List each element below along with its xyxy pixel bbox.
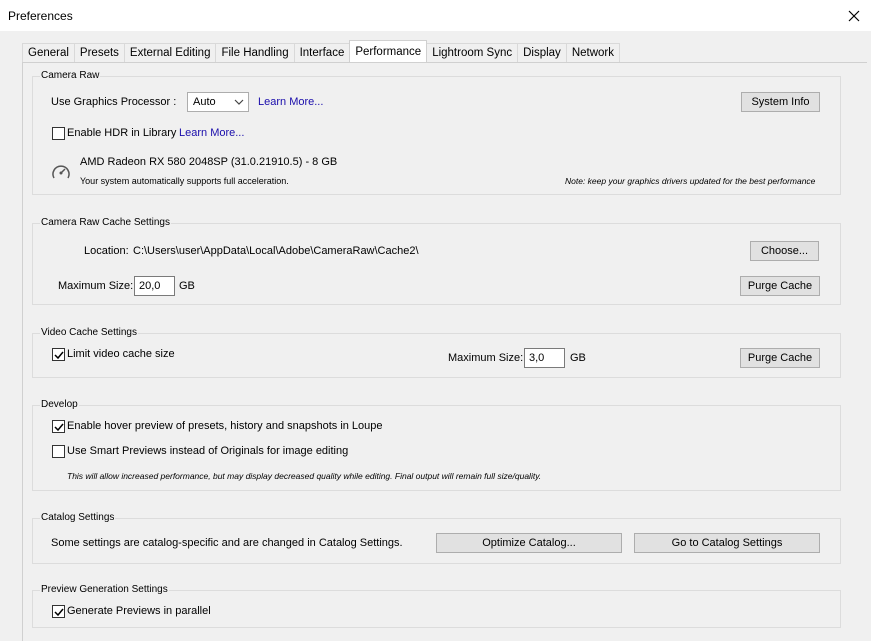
video-cache-group-label: Video Cache Settings: [40, 327, 138, 338]
gpu-learn-more-link[interactable]: Learn More...: [258, 96, 323, 108]
tab-display[interactable]: Display: [517, 43, 567, 62]
title-bar: Preferences: [0, 0, 871, 31]
tab-strip: General Presets External Editing File Ha…: [22, 40, 620, 63]
chevron-down-icon: [234, 99, 244, 105]
location-label: Location:: [84, 245, 129, 257]
hdr-checkbox[interactable]: [52, 127, 65, 140]
tab-lightroom-sync[interactable]: Lightroom Sync: [426, 43, 519, 62]
checkmark-icon: [54, 608, 64, 617]
cache-max-label: Maximum Size:: [58, 280, 134, 292]
cache-max-input[interactable]: 20,0: [134, 276, 175, 296]
cache-unit: GB: [179, 280, 195, 292]
video-purge-cache-button[interactable]: Purge Cache: [740, 348, 820, 368]
window-title: Preferences: [8, 9, 73, 23]
tab-general[interactable]: General: [22, 43, 75, 62]
limit-video-checkbox[interactable]: [52, 348, 65, 361]
camera-raw-group-label: Camera Raw: [40, 70, 101, 81]
driver-note: Note: keep your graphics drivers updated…: [565, 176, 816, 186]
checkmark-icon: [54, 423, 64, 432]
hdr-label: Enable HDR in Library: [67, 127, 177, 139]
video-unit: GB: [570, 352, 586, 364]
smart-previews-note: This will allow increased performance, b…: [67, 471, 542, 481]
preview-generation-group-label: Preview Generation Settings: [40, 584, 169, 595]
close-icon: [848, 10, 860, 21]
close-button[interactable]: [837, 0, 871, 31]
parallel-previews-checkbox[interactable]: [52, 605, 65, 618]
location-value: C:\Users\user\AppData\Local\Adobe\Camera…: [133, 245, 419, 257]
purge-cache-button[interactable]: Purge Cache: [740, 276, 820, 296]
system-info-button[interactable]: System Info: [741, 92, 820, 112]
video-max-label: Maximum Size:: [448, 352, 524, 364]
gpu-name: AMD Radeon RX 580 2048SP (31.0.21910.5) …: [80, 156, 338, 168]
catalog-group-label: Catalog Settings: [40, 512, 116, 523]
hover-preview-checkbox[interactable]: [52, 420, 65, 433]
tab-interface[interactable]: Interface: [293, 43, 351, 62]
gauge-icon: [52, 165, 70, 179]
catalog-text: Some settings are catalog-specific and a…: [51, 537, 403, 549]
go-to-catalog-settings-button[interactable]: Go to Catalog Settings: [634, 533, 820, 553]
video-max-input[interactable]: 3,0: [524, 348, 565, 368]
tab-network[interactable]: Network: [565, 43, 620, 62]
cache-group-label: Camera Raw Cache Settings: [40, 217, 171, 228]
hdr-learn-more-link[interactable]: Learn More...: [179, 127, 244, 139]
choose-button[interactable]: Choose...: [750, 241, 819, 261]
limit-video-label: Limit video cache size: [67, 348, 175, 360]
gpu-label: Use Graphics Processor :: [51, 96, 177, 108]
tab-performance[interactable]: Performance: [349, 40, 428, 62]
parallel-previews-label: Generate Previews in parallel: [67, 605, 211, 617]
tab-file-handling[interactable]: File Handling: [215, 43, 295, 62]
smart-previews-checkbox[interactable]: [52, 445, 65, 458]
tab-external-editing[interactable]: External Editing: [123, 43, 217, 62]
tab-presets[interactable]: Presets: [73, 43, 125, 62]
acceleration-status: Your system automatically supports full …: [80, 176, 289, 186]
gpu-select[interactable]: Auto: [187, 92, 249, 112]
gpu-select-value: Auto: [193, 96, 216, 108]
hover-preview-label: Enable hover preview of presets, history…: [67, 420, 383, 432]
optimize-catalog-button[interactable]: Optimize Catalog...: [436, 533, 622, 553]
smart-previews-label: Use Smart Previews instead of Originals …: [67, 445, 349, 457]
develop-group-label: Develop: [40, 399, 79, 410]
checkmark-icon: [54, 351, 64, 360]
